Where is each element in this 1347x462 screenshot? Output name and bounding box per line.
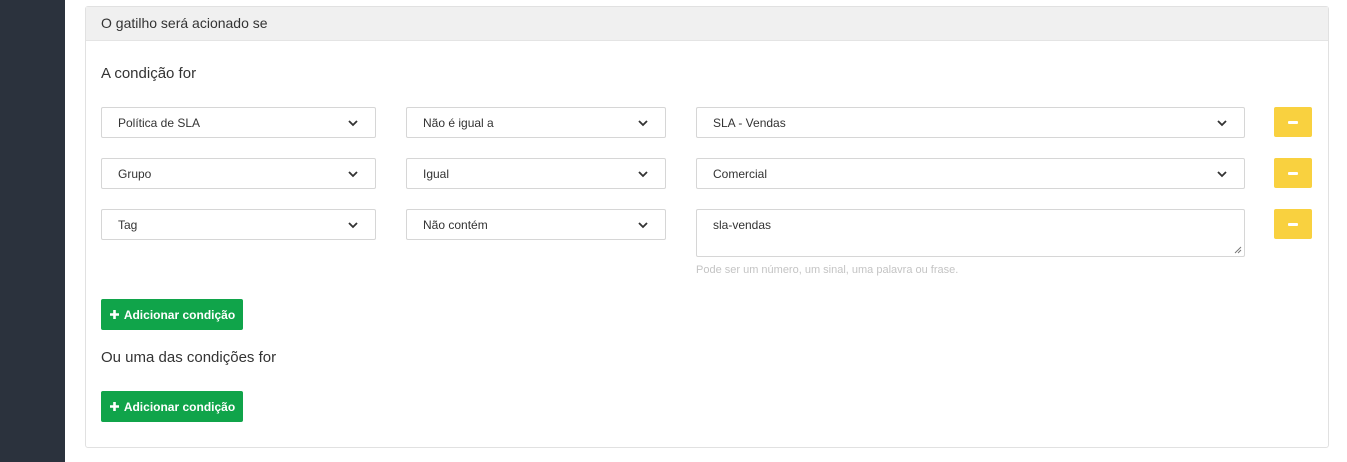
condition-1-field-select[interactable]: Política de SLA (101, 107, 376, 138)
condition-3-operator-select[interactable]: Não contém (406, 209, 666, 240)
any-conditions-title: Ou uma das condições for (101, 349, 277, 366)
chevron-down-icon (638, 170, 648, 177)
condition-3-value: sla-vendas (713, 218, 772, 232)
condition-2-value: Comercial (713, 166, 768, 181)
condition-2-value-select[interactable]: Comercial (696, 158, 1245, 189)
minus-icon (1288, 222, 1298, 226)
remove-condition-1-button[interactable] (1274, 107, 1312, 137)
condition-2-field-value: Grupo (118, 166, 152, 181)
chevron-down-icon (638, 119, 648, 126)
plus-icon (109, 310, 119, 319)
condition-3-field-value: Tag (118, 217, 138, 232)
panel-heading: O gatilho será acionado se (86, 7, 1328, 41)
chevron-down-icon (348, 221, 358, 228)
trigger-conditions-panel: O gatilho será acionado se A condição fo… (85, 6, 1329, 448)
chevron-down-icon (348, 170, 358, 177)
condition-2-field-select[interactable]: Grupo (101, 158, 376, 189)
condition-3-value-textarea[interactable]: sla-vendas (696, 209, 1245, 257)
condition-1-operator-value: Não é igual a (423, 115, 494, 130)
remove-condition-3-button[interactable] (1274, 209, 1312, 239)
content-area: O gatilho será acionado se A condição fo… (65, 0, 1347, 462)
condition-1-value-select[interactable]: SLA - Vendas (696, 107, 1245, 138)
condition-2-operator-select[interactable]: Igual (406, 158, 666, 189)
condition-1-value: SLA - Vendas (713, 115, 786, 130)
add-any-condition-label: Adicionar condição (123, 399, 236, 414)
condition-2-operator-value: Igual (423, 166, 450, 181)
plus-icon (109, 402, 119, 411)
add-condition-label: Adicionar condição (123, 307, 236, 322)
chevron-down-icon (638, 221, 648, 228)
resize-grip-icon[interactable] (1234, 246, 1242, 254)
chevron-down-icon (1217, 170, 1227, 177)
condition-3-field-select[interactable]: Tag (101, 209, 376, 240)
condition-1-operator-select[interactable]: Não é igual a (406, 107, 666, 138)
remove-condition-2-button[interactable] (1274, 158, 1312, 188)
condition-1-field-value: Política de SLA (118, 115, 201, 130)
condition-3-help-text: Pode ser um número, um sinal, uma palavr… (696, 264, 959, 276)
chevron-down-icon (1217, 119, 1227, 126)
sidebar (0, 0, 65, 462)
minus-icon (1288, 171, 1298, 175)
chevron-down-icon (348, 119, 358, 126)
all-conditions-title: A condição for (101, 65, 197, 82)
add-condition-button[interactable]: Adicionar condição (101, 299, 243, 330)
condition-3-operator-value: Não contém (423, 217, 488, 232)
add-any-condition-button[interactable]: Adicionar condição (101, 391, 243, 422)
minus-icon (1288, 120, 1298, 124)
